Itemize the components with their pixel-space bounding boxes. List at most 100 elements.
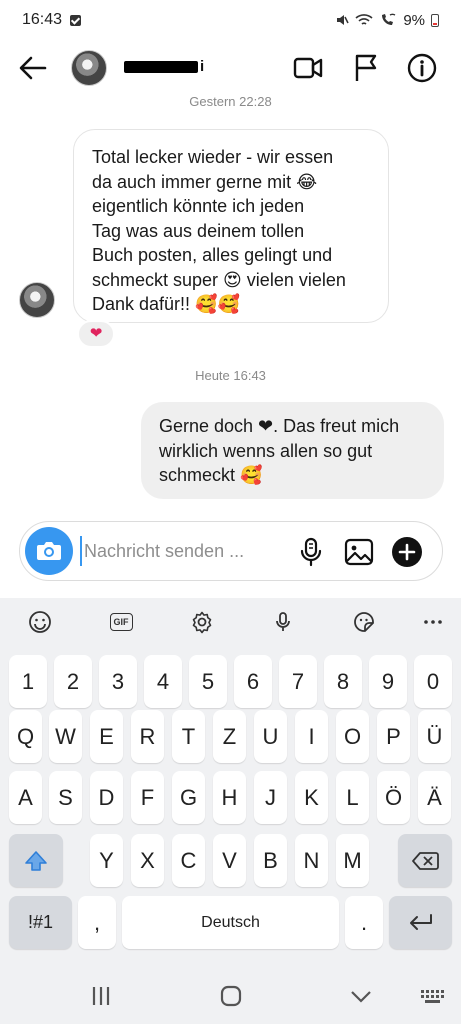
shift-key[interactable] [9,834,63,887]
symbols-key[interactable]: !#1 [9,896,72,949]
key-b[interactable]: B [254,834,287,887]
flag-icon[interactable] [350,52,382,84]
period-key[interactable]: . [345,896,383,949]
key-t[interactable]: T [172,710,205,763]
contact-avatar[interactable] [71,50,107,86]
gif-label: GIF [109,613,133,631]
key-m[interactable]: M [336,834,369,887]
add-icon[interactable] [390,535,424,569]
incoming-message-line: Tag was aus deinem tollen [92,220,305,241]
redacted-name-bar [124,61,198,73]
home-icon[interactable] [216,982,246,1010]
incoming-message-line: da auch immer gerne mit 😂 [92,171,318,192]
key-5[interactable]: 5 [189,655,227,708]
incoming-message-bubble[interactable]: Total lecker wieder - wir essen da auch … [73,129,389,323]
video-call-icon[interactable] [292,52,324,84]
key-9[interactable]: 9 [369,655,407,708]
status-bar: 16:43 9% [0,0,461,40]
key-n[interactable]: N [295,834,328,887]
wifi-calling-icon [382,13,396,25]
key-g[interactable]: G [172,771,205,824]
keyboard-toolbar: GIF [0,598,461,646]
key-u[interactable]: U [254,710,287,763]
incoming-message-line: schmeckt super 😍 vielen vielen [92,269,346,290]
microphone-icon[interactable] [294,535,328,569]
notification-check-icon [70,14,82,26]
screen: 16:43 9% i Gestern 22:28 Total lecker wi… [0,0,461,1024]
key-e[interactable]: E [90,710,123,763]
key-s[interactable]: S [49,771,82,824]
key-2[interactable]: 2 [54,655,92,708]
backspace-key[interactable] [398,834,452,887]
shift-arrow-icon [25,850,47,871]
key-i[interactable]: I [295,710,328,763]
outgoing-message-line: schmeckt 🥰 [159,465,263,485]
key-c[interactable]: C [172,834,205,887]
system-nav-bar [0,968,461,1024]
key-y[interactable]: Y [90,834,123,887]
sender-avatar[interactable] [19,282,55,318]
key-k[interactable]: K [295,771,328,824]
message-input[interactable] [80,536,290,566]
key-1[interactable]: 1 [9,655,47,708]
recent-apps-icon[interactable] [86,982,116,1010]
status-time: 16:43 [22,11,63,28]
battery-icon [431,13,439,27]
gif-button[interactable]: GIF [106,607,136,637]
key-oe[interactable]: Ö [377,771,410,824]
key-8[interactable]: 8 [324,655,362,708]
incoming-message-line: Total lecker wieder - wir essen [92,147,334,167]
key-w[interactable]: W [49,710,82,763]
gallery-icon[interactable] [342,535,376,569]
key-a[interactable]: A [9,771,42,824]
keyboard-switch-icon[interactable] [418,982,448,1010]
heart-reaction[interactable]: ❤ [77,320,115,348]
key-f[interactable]: F [131,771,164,824]
incoming-message-line: Buch posten, alles gelingt und [92,245,333,265]
key-ue[interactable]: Ü [418,710,451,763]
backspace-icon [412,851,439,870]
emoji-icon[interactable] [25,607,55,637]
key-z[interactable]: Z [213,710,246,763]
chat-header: i [0,40,461,96]
more-options-icon[interactable] [418,607,448,637]
key-o[interactable]: O [336,710,369,763]
incoming-message-line: Dank dafür!! 🥰🥰 [92,294,240,314]
key-d[interactable]: D [90,771,123,824]
sticker-icon[interactable] [349,607,379,637]
key-l[interactable]: L [336,771,369,824]
contact-name[interactable]: i [124,58,214,76]
enter-key[interactable] [389,896,452,949]
keyboard: GIF 1 2 3 4 5 6 7 8 9 0 Q W E R T Z U I … [0,598,461,968]
key-7[interactable]: 7 [279,655,317,708]
status-icons: 9% [335,12,439,29]
key-x[interactable]: X [131,834,164,887]
key-p[interactable]: P [377,710,410,763]
key-v[interactable]: V [213,834,246,887]
outgoing-message-bubble[interactable]: Gerne doch ❤. Das freut mich wirklich we… [141,402,444,499]
voice-input-icon[interactable] [268,607,298,637]
key-4[interactable]: 4 [144,655,182,708]
key-ae[interactable]: Ä [418,771,451,824]
key-3[interactable]: 3 [99,655,137,708]
space-key[interactable]: Deutsch [122,896,339,949]
key-q[interactable]: Q [9,710,42,763]
key-r[interactable]: R [131,710,164,763]
back-arrow-icon[interactable] [18,54,48,82]
back-chevron-icon[interactable] [346,982,376,1010]
incoming-message-line: eigentlich könnte ich jeden [92,196,305,216]
settings-gear-icon[interactable] [187,607,217,637]
enter-icon [409,913,432,930]
key-0[interactable]: 0 [414,655,452,708]
key-h[interactable]: H [213,771,246,824]
camera-icon [37,542,61,560]
camera-button[interactable] [25,527,73,575]
key-6[interactable]: 6 [234,655,272,708]
key-j[interactable]: J [254,771,287,824]
comma-key[interactable]: , [78,896,116,949]
outgoing-message-line: wirklich wenns allen so gut [159,440,373,461]
info-icon[interactable] [406,52,438,84]
timestamp-today: Heute 16:43 [195,368,266,383]
message-composer [19,521,443,581]
wifi-icon [355,14,373,25]
